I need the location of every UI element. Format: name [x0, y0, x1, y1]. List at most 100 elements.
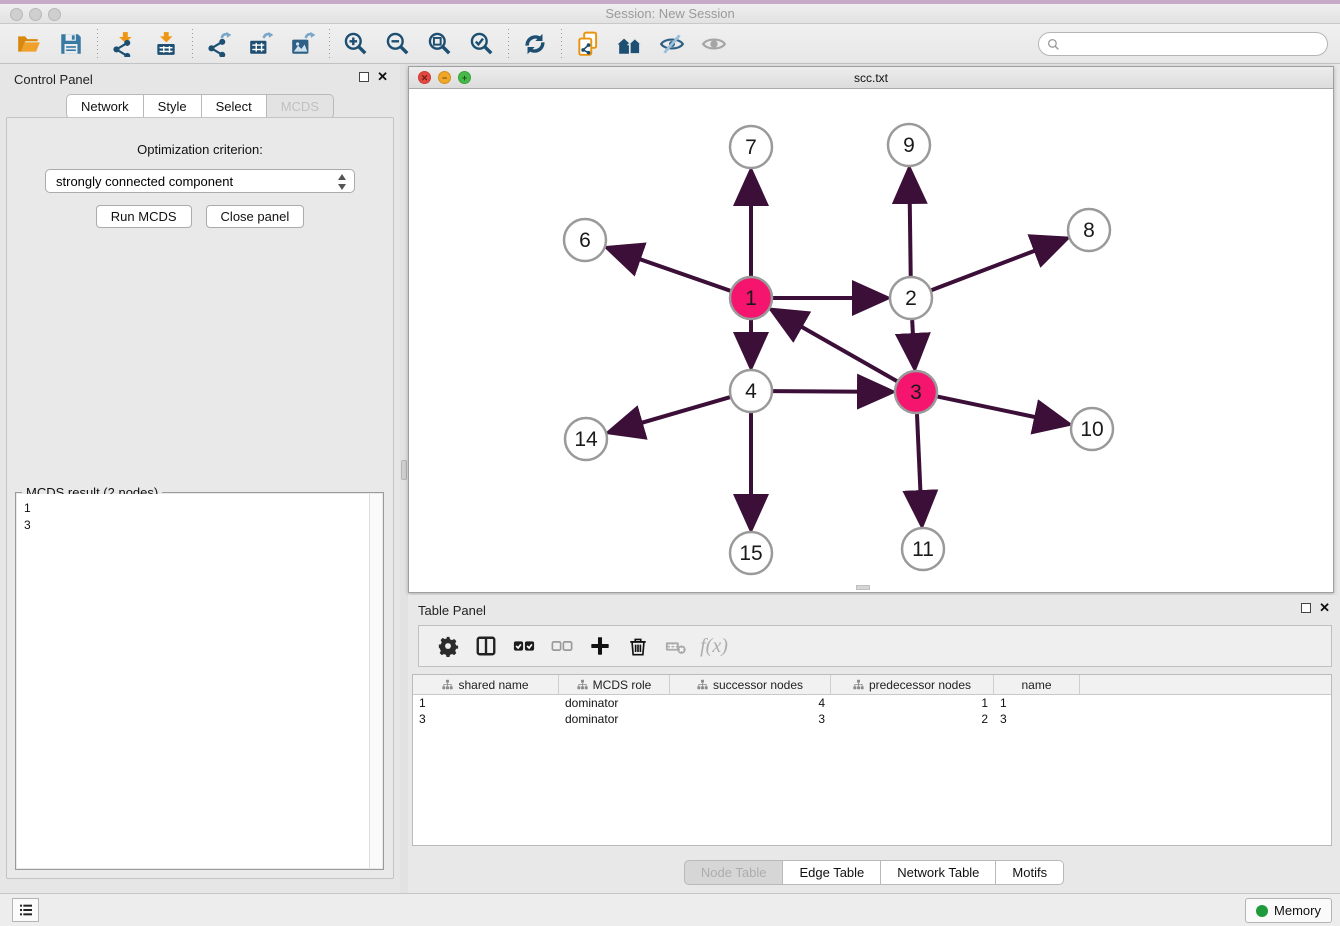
- graph-node-14[interactable]: 14: [565, 418, 607, 460]
- graph-node-2[interactable]: 2: [890, 277, 932, 319]
- graph-node-9[interactable]: 9: [888, 124, 930, 166]
- table-cell[interactable]: 2: [831, 711, 994, 727]
- graph-edge-3-11[interactable]: [917, 414, 922, 524]
- table-close-panel-icon[interactable]: ✕: [1319, 603, 1330, 613]
- export-table-button[interactable]: [240, 26, 282, 62]
- save-session-button[interactable]: [50, 26, 92, 62]
- table-cell[interactable]: 1: [994, 695, 1080, 711]
- export-network-button[interactable]: [198, 26, 240, 62]
- import-network-button[interactable]: [103, 26, 145, 62]
- table-cell[interactable]: dominator: [559, 711, 670, 727]
- graph-node-3[interactable]: 3: [895, 371, 937, 413]
- search-box[interactable]: [1038, 32, 1328, 56]
- search-input[interactable]: [1065, 37, 1327, 51]
- table-cell[interactable]: 3: [413, 711, 559, 727]
- zoom-out-button[interactable]: [377, 26, 419, 62]
- first-neighbors-button[interactable]: [609, 26, 651, 62]
- export-image-button[interactable]: [282, 26, 324, 62]
- tab-node-table[interactable]: Node Table: [684, 860, 784, 885]
- clone-network-button[interactable]: [567, 26, 609, 62]
- table-panel-title: Table Panel: [418, 603, 486, 618]
- tab-mcds[interactable]: MCDS: [267, 94, 334, 119]
- tab-edge-table[interactable]: Edge Table: [783, 860, 881, 885]
- node-table: shared nameMCDS rolesuccessor nodesprede…: [412, 674, 1332, 846]
- graph-node-label-8: 8: [1083, 219, 1095, 242]
- function-builder-button: f(x): [695, 629, 733, 663]
- tab-motifs[interactable]: Motifs: [996, 860, 1064, 885]
- settings-gear-button[interactable]: [429, 629, 467, 663]
- column-header-shared-name[interactable]: shared name: [413, 675, 559, 694]
- mcds-result-scrollbar[interactable]: [369, 494, 382, 868]
- refresh-button[interactable]: [514, 26, 556, 62]
- import-table-button[interactable]: [145, 26, 187, 62]
- graph-edge-2-8[interactable]: [932, 239, 1066, 290]
- table-cell[interactable]: 3: [994, 711, 1080, 727]
- control-panel-header: Control Panel ✕: [0, 64, 400, 94]
- tab-style[interactable]: Style: [144, 94, 202, 119]
- table-row[interactable]: 1dominator411: [413, 695, 1331, 711]
- table-cell[interactable]: 3: [670, 711, 831, 727]
- close-panel-icon[interactable]: ✕: [377, 72, 388, 82]
- clone-network-icon: [575, 31, 601, 57]
- graph-edge-3-10[interactable]: [938, 397, 1068, 424]
- first-neighbors-icon: [617, 31, 643, 57]
- zoom-selected-button[interactable]: [461, 26, 503, 62]
- graph-node-4[interactable]: 4: [730, 370, 772, 412]
- mcds-result-list[interactable]: 1 3: [17, 494, 382, 868]
- delete-table-button: [657, 629, 695, 663]
- graph-node-15[interactable]: 15: [730, 532, 772, 574]
- tab-network-table[interactable]: Network Table: [881, 860, 996, 885]
- show-all-button[interactable]: [693, 26, 735, 62]
- tab-select[interactable]: Select: [202, 94, 267, 119]
- table-float-panel-icon[interactable]: [1301, 603, 1311, 613]
- network-canvas[interactable]: 7 9 6 8 1 2 4 3 14 10 15 11: [409, 89, 1333, 592]
- splitter-grip[interactable]: [401, 460, 407, 480]
- memory-button[interactable]: Memory: [1245, 898, 1332, 923]
- open-session-button[interactable]: [8, 26, 50, 62]
- network-window-titlebar[interactable]: ✕ − + scc.txt: [409, 67, 1333, 89]
- zoom-fit-button[interactable]: [419, 26, 461, 62]
- close-panel-button[interactable]: Close panel: [206, 205, 305, 228]
- graph-node-7[interactable]: 7: [730, 126, 772, 168]
- deselect-all-icon: [551, 635, 573, 657]
- graph-edge-4-3[interactable]: [773, 391, 891, 392]
- network-hscroll-thumb[interactable]: [856, 585, 870, 590]
- graph-edge-2-9[interactable]: [909, 170, 910, 276]
- table-row[interactable]: 3dominator323: [413, 711, 1331, 727]
- panel-splitter[interactable]: [400, 64, 408, 893]
- column-header-name[interactable]: name: [994, 675, 1080, 694]
- search-icon: [1047, 38, 1060, 51]
- graph-node-11[interactable]: 11: [902, 528, 944, 570]
- table-panel: Table Panel ✕ f(x) shared nameMCDS roles…: [408, 595, 1340, 893]
- delete-row-button[interactable]: [619, 629, 657, 663]
- graph-node-1[interactable]: 1: [730, 277, 772, 319]
- column-header-predecessor-nodes[interactable]: predecessor nodes: [831, 675, 994, 694]
- graph-edge-3-1[interactable]: [773, 310, 897, 381]
- hide-selected-button[interactable]: [651, 26, 693, 62]
- app-titlebar: Session: New Session: [0, 0, 1340, 24]
- table-cell[interactable]: 4: [670, 695, 831, 711]
- column-label: name: [1021, 678, 1051, 692]
- table-cell[interactable]: dominator: [559, 695, 670, 711]
- table-cell[interactable]: 1: [413, 695, 559, 711]
- optimization-criterion-dropdown[interactable]: strongly connected component: [45, 169, 355, 193]
- graph-edge-1-6[interactable]: [609, 248, 731, 290]
- graph-node-10[interactable]: 10: [1071, 408, 1113, 450]
- graph-edge-4-14[interactable]: [610, 397, 730, 432]
- task-history-button[interactable]: [12, 898, 39, 922]
- column-header-successor-nodes[interactable]: successor nodes: [670, 675, 831, 694]
- open-session-icon: [16, 31, 42, 57]
- column-layout-button[interactable]: [467, 629, 505, 663]
- table-cell[interactable]: 1: [831, 695, 994, 711]
- graph-node-8[interactable]: 8: [1068, 209, 1110, 251]
- column-header-MCDS-role[interactable]: MCDS role: [559, 675, 670, 694]
- graph-edge-2-3[interactable]: [912, 320, 915, 367]
- graph-node-6[interactable]: 6: [564, 219, 606, 261]
- tab-network[interactable]: Network: [66, 94, 144, 119]
- add-row-button[interactable]: [581, 629, 619, 663]
- deselect-all-button[interactable]: [543, 629, 581, 663]
- float-panel-icon[interactable]: [359, 72, 369, 82]
- run-mcds-button[interactable]: Run MCDS: [96, 205, 192, 228]
- zoom-in-button[interactable]: [335, 26, 377, 62]
- select-all-button[interactable]: [505, 629, 543, 663]
